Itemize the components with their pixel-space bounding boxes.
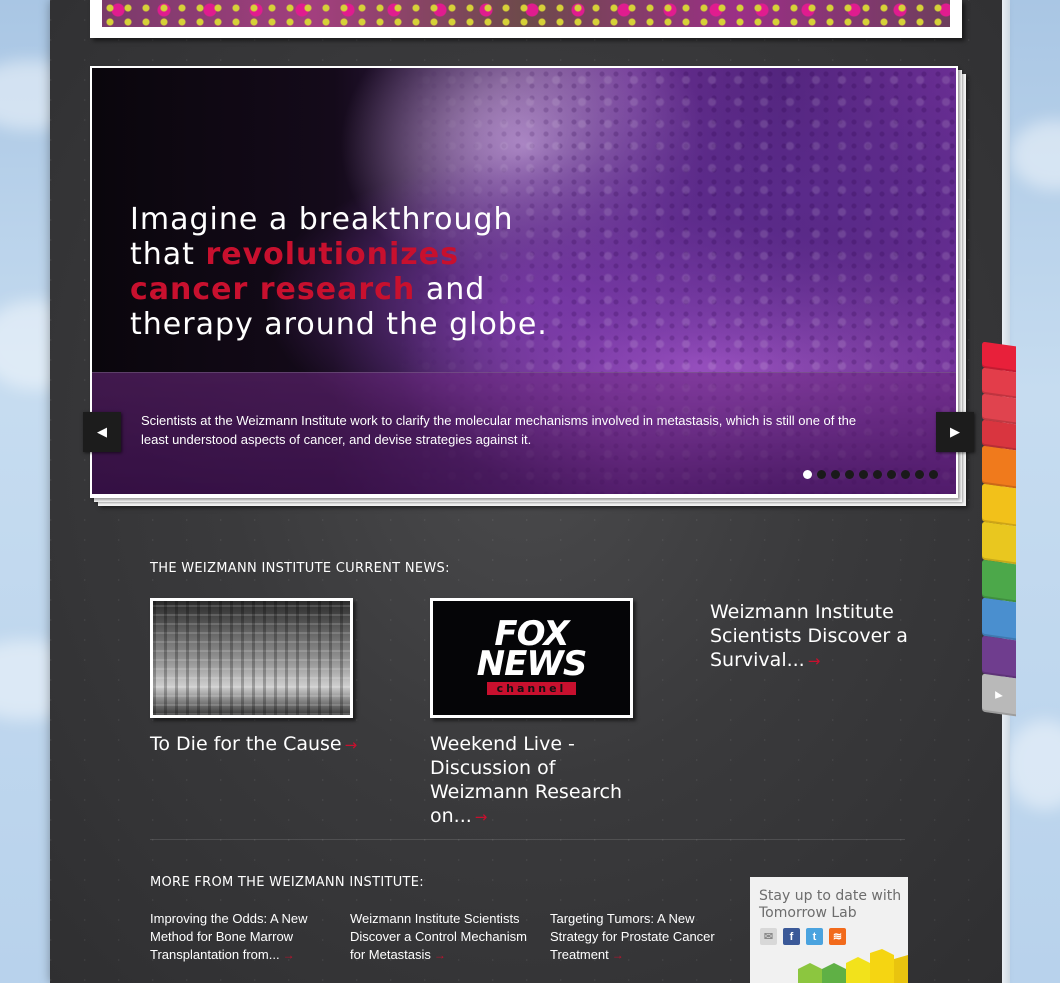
slide-dot[interactable] [859, 470, 868, 479]
slide-dot[interactable] [915, 470, 924, 479]
mail-icon[interactable]: ✉ [760, 928, 777, 945]
news-section-title: THE WEIZMANN INSTITUTE CURRENT NEWS: [150, 561, 450, 576]
more-item[interactable]: Weizmann Institute Scientists Discover a… [350, 910, 535, 964]
twitter-icon[interactable]: t [806, 928, 823, 945]
section-divider [150, 839, 905, 840]
side-tab-play[interactable]: ▶ [982, 673, 1016, 717]
lab-signup-text: Stay up to date with Tomorrow Lab [759, 888, 902, 921]
hero-slider[interactable]: Imagine a breakthrough that revolutioniz… [90, 66, 958, 498]
slide-dot[interactable] [929, 470, 938, 479]
slide-dot[interactable] [831, 470, 840, 479]
arrow-right-icon: → [433, 948, 446, 962]
tomorrow-lab-graphic [798, 949, 908, 983]
side-tab[interactable] [982, 521, 1016, 565]
news-item[interactable]: Weizmann Institute Scientists Discover a… [710, 600, 910, 673]
archive-photo [153, 601, 350, 715]
hero-image: Imagine a breakthrough that revolutioniz… [92, 68, 956, 494]
side-tab[interactable] [982, 559, 1016, 603]
more-item[interactable]: Targeting Tumors: A New Strategy for Pro… [550, 910, 735, 964]
news-thumbnail[interactable]: FOX NEWS channel [430, 598, 633, 718]
slide-dots [803, 470, 938, 479]
rss-icon[interactable]: ≋ [829, 928, 846, 945]
tomorrow-lab-box[interactable]: Stay up to date with Tomorrow Lab ✉ f t … [750, 877, 908, 983]
side-tab[interactable] [982, 597, 1016, 641]
slide-dot[interactable] [845, 470, 854, 479]
arrow-right-icon: → [282, 948, 295, 962]
news-item[interactable]: To Die for the Cause → [150, 598, 370, 757]
more-item-title[interactable]: Targeting Tumors: A New Strategy for Pro… [550, 911, 715, 962]
slide-dot[interactable] [817, 470, 826, 479]
hero-headline: Imagine a breakthrough that revolutioniz… [130, 202, 548, 342]
more-section-title: MORE FROM THE WEIZMANN INSTITUTE: [150, 875, 424, 890]
arrow-right-icon: ▶ [950, 424, 960, 439]
side-tab[interactable] [982, 445, 1016, 489]
side-tab[interactable] [982, 483, 1016, 527]
side-color-tabs: ▶ [982, 341, 1016, 717]
arrow-right-icon: → [611, 948, 624, 962]
next-slide-button[interactable]: ▶ [936, 412, 974, 452]
arrow-right-icon: → [344, 736, 358, 754]
hero-caption: Scientists at the Weizmann Institute wor… [141, 413, 857, 447]
slide-dot[interactable] [873, 470, 882, 479]
top-banner-image [90, 0, 962, 38]
more-item[interactable]: Improving the Odds: A New Method for Bon… [150, 910, 335, 964]
arrow-right-icon: → [474, 808, 488, 826]
previous-slide-button[interactable]: ◀ [83, 412, 121, 452]
hero-caption-band: Scientists at the Weizmann Institute wor… [92, 372, 956, 494]
play-icon: ▶ [995, 688, 1003, 702]
fox-news-logo: FOX NEWS channel [433, 601, 630, 715]
news-item-title[interactable]: Weekend Live - Discussion of Weizmann Re… [430, 733, 622, 827]
slide-dot[interactable] [901, 470, 910, 479]
facebook-icon[interactable]: f [783, 928, 800, 945]
news-item[interactable]: FOX NEWS channel Weekend Live - Discussi… [430, 598, 660, 829]
slide-dot[interactable] [887, 470, 896, 479]
side-tab[interactable] [982, 635, 1016, 679]
news-item-title[interactable]: To Die for the Cause [150, 733, 342, 755]
news-thumbnail[interactable] [150, 598, 353, 718]
arrow-left-icon: ◀ [97, 424, 107, 439]
arrow-right-icon: → [807, 652, 821, 670]
slide-dot[interactable] [803, 470, 812, 479]
